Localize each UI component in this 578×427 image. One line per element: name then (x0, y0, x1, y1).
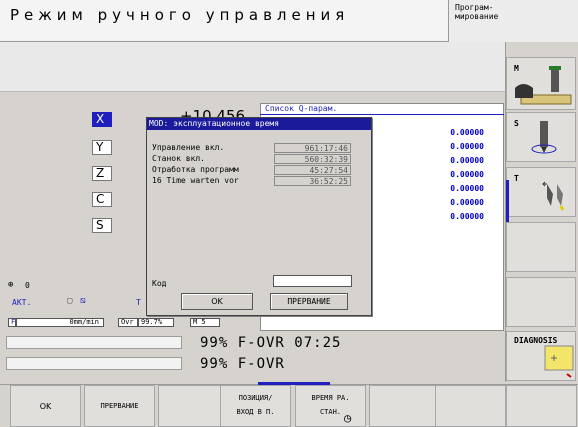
softkey-empty-5[interactable] (506, 277, 576, 327)
tool-t-label: T (136, 298, 141, 307)
softkey-t-tool[interactable]: T (506, 167, 576, 217)
softkey-ok-label: OK (39, 402, 52, 411)
softkey-diagnosis[interactable]: DIAGNOSIS (506, 331, 576, 381)
status-f-value: 0mm/min (16, 318, 104, 327)
crosshair-icon: ⊕ (8, 280, 14, 290)
status-f-label: F (8, 318, 16, 327)
program-mode-button[interactable]: Програм- мирование (448, 0, 578, 42)
frame-icon: ▢ (67, 296, 73, 306)
dialog-row-label-2: Станок вкл. (152, 154, 205, 163)
axis-x-label[interactable]: X (92, 112, 112, 127)
feed-override-line2: 99% F-OVR (200, 356, 285, 372)
softkey-position-line1: ПОЗИЦИЯ/ (238, 394, 273, 402)
program-mode-line2: мирование (455, 12, 499, 21)
tilt-icon: ⧅ (80, 296, 86, 306)
m-function-icon (515, 66, 572, 105)
mode-title: Режим ручного управления (10, 6, 350, 24)
softkey-s-spindle[interactable]: S (506, 112, 576, 162)
spindle-icon (531, 121, 557, 154)
softkey-ok[interactable]: OK (10, 385, 81, 427)
clock-icon: ◷ (344, 411, 352, 425)
softkey-cancel[interactable]: ПРЕРВАНИЕ (84, 385, 155, 427)
q-panel-divider (260, 114, 504, 115)
q-value-2: 0.00000 (450, 142, 484, 151)
q-value-4: 0.00000 (450, 170, 484, 179)
axis-y-label[interactable]: Y (92, 140, 112, 155)
dialog-row-value-1: 961:17:46 (274, 143, 351, 153)
q-value-1: 0.00000 (450, 128, 484, 137)
softkey-empty-7[interactable] (435, 385, 506, 427)
dialog-cancel-button[interactable]: ПРЕРВАНИЕ (270, 293, 348, 310)
akt-label: АКТ. (12, 298, 32, 307)
axis-c-label[interactable]: C (92, 192, 112, 207)
info-strip (0, 42, 505, 92)
softkey-position-line2: ВХОД В П. (236, 408, 275, 416)
q-parameter-title: Список Q-парам. (265, 104, 338, 113)
q-value-5: 0.00000 (450, 184, 484, 193)
code-label: Код (152, 279, 167, 288)
rapid-override-bar (6, 357, 182, 370)
q-value-3: 0.00000 (450, 156, 484, 165)
softkey-empty-3[interactable] (158, 385, 229, 427)
softkey-operating-time[interactable]: ВРЕМЯ РА. СТАН. ◷ (295, 385, 366, 427)
softkey-empty-8[interactable] (506, 385, 577, 427)
softkey-cancel-label: ПРЕРВАНИЕ (100, 402, 139, 410)
softkey-m-function[interactable]: M (506, 57, 576, 110)
dialog-row-label-4: 16 Time warten vor (152, 176, 239, 185)
softkey-empty-6[interactable] (369, 385, 440, 427)
dialog-ok-button[interactable]: OK (181, 293, 253, 310)
dialog-row-label-3: Отработка программ (152, 165, 239, 174)
dialog-row-value-4: 36:52:25 (274, 176, 351, 186)
indicator-value: 0 (25, 281, 30, 290)
feed-override-bar (6, 336, 182, 349)
softkey-empty-4[interactable] (506, 222, 576, 272)
diagnosis-icon (544, 345, 574, 378)
status-ovr-value: 99.7% (138, 318, 174, 327)
axis-z-label[interactable]: Z (92, 166, 112, 181)
dialog-row-value-3: 45:27:54 (274, 165, 351, 175)
dialog-row-label-1: Управление вкл. (152, 143, 225, 152)
program-mode-line1: Програм- (455, 3, 494, 12)
softkey-position[interactable]: ПОЗИЦИЯ/ ВХОД В П. (220, 385, 291, 427)
softkey-time-line2: СТАН. (319, 408, 342, 416)
q-value-6: 0.00000 (450, 198, 484, 207)
feed-override-line1: 99% F-OVR 07:25 (200, 335, 342, 351)
axis-s-label[interactable]: S (92, 218, 112, 233)
mod-dialog-title: MOD: эксплуатационное время (147, 118, 371, 130)
dialog-row-value-2: 560:32:39 (274, 154, 351, 164)
status-ovr-label: Ovr (118, 318, 138, 327)
q-value-7: 0.00000 (450, 212, 484, 221)
code-input[interactable] (273, 275, 352, 287)
status-m-value: M 5 (190, 318, 220, 327)
tool-icon (542, 181, 565, 211)
softkey-time-line1: ВРЕМЯ РА. (311, 394, 350, 402)
